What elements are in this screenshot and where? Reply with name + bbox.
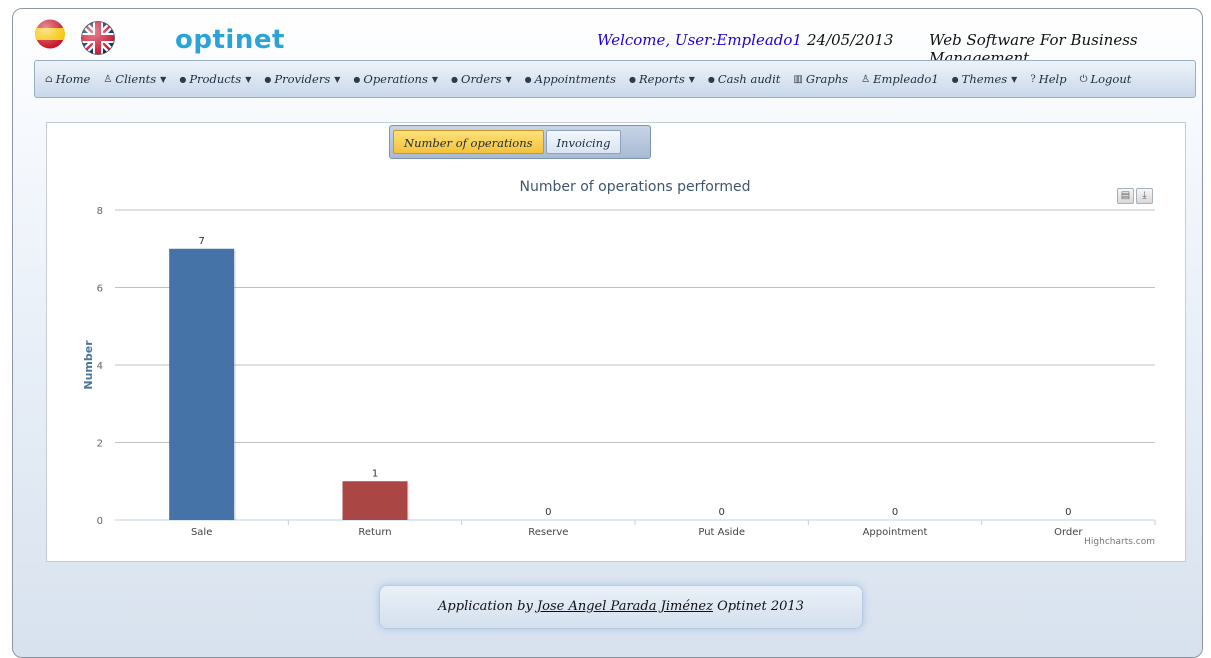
header: optinet Welcome, User:Empleado1 24/05/20…	[13, 9, 1202, 67]
nav-item-label: Operations	[363, 72, 428, 86]
nav-item-label: Graphs	[805, 72, 849, 86]
chevron-down-icon: ▼	[688, 74, 695, 84]
footer: Application by Jose Angel Parada Jiménez…	[379, 585, 863, 629]
nav-item-operations[interactable]: ● Operations ▼	[353, 72, 438, 86]
chart-tabs: Number of operations Invoicing	[389, 125, 651, 159]
nav-item-cash-audit[interactable]: ● Cash audit	[708, 72, 781, 86]
bullet-icon: ●	[179, 74, 187, 84]
chevron-down-icon: ▼	[505, 74, 512, 84]
bullet-icon: ●	[451, 74, 459, 84]
chart-panel: Number of operations Invoicing ▤ ⤓ Number…	[46, 122, 1186, 562]
nav-item-label: Clients	[115, 72, 157, 86]
uk-flag-icon[interactable]	[81, 21, 115, 55]
bar-chart: Number of operations performed 0 2 4 6 8 Numbe…	[82, 179, 1156, 547]
footer-prefix: Application by	[438, 599, 533, 614]
bar-return	[342, 481, 408, 520]
nav-item-label: Products	[189, 72, 242, 86]
footer-suffix: Optinet 2013	[717, 599, 804, 614]
y-tick-label: 8	[97, 206, 103, 217]
nav-item-label: Themes	[961, 72, 1008, 86]
bullet-icon: ●	[524, 74, 532, 84]
bullet-icon: ●	[264, 74, 272, 84]
x-tick-label: Order	[1054, 527, 1083, 538]
nav-item-themes[interactable]: ● Themes ▼	[952, 72, 1018, 86]
nav-item-label: Help	[1038, 72, 1067, 86]
nav-item-label: Appointments	[534, 72, 616, 86]
x-tick-label: Put Aside	[698, 527, 745, 538]
nav-item-help[interactable]: ? Help	[1030, 72, 1066, 86]
user-icon: ♙	[103, 73, 113, 85]
chevron-down-icon: ▼	[334, 74, 341, 84]
welcome-text: Welcome, User:Empleado1	[597, 31, 802, 49]
nav-item-label: Empleado1	[873, 72, 939, 86]
chevron-down-icon: ▼	[1011, 74, 1018, 84]
nav-item-label: Orders	[461, 72, 502, 86]
data-label: 0	[718, 507, 724, 518]
nav-item-reports[interactable]: ● Reports ▼	[629, 72, 695, 86]
nav-item-label: Cash audit	[717, 72, 781, 86]
data-label: 0	[545, 507, 551, 518]
nav-item-label: Home	[55, 72, 91, 86]
x-tick-label: Appointment	[863, 527, 928, 538]
nav-item-appointments[interactable]: ● Appointments	[525, 72, 616, 86]
home-icon: ⌂	[45, 73, 53, 85]
main-nav: ⌂ Home ♙ Clients ▼ ● Products ▼ ● Providers ▼ ● Oper…	[34, 60, 1196, 98]
bullet-icon: ●	[628, 74, 636, 84]
bullet-icon: ●	[707, 74, 715, 84]
highcharts-credits[interactable]: Highcharts.com	[1084, 537, 1155, 547]
bar-chart-icon: ▥	[793, 73, 803, 85]
author-link[interactable]: Jose Angel Parada Jiménez	[537, 599, 713, 614]
data-label: 0	[1065, 507, 1071, 518]
nav-item-label: Reports	[638, 72, 685, 86]
chevron-down-icon: ▼	[245, 74, 252, 84]
chart-title: Number of operations performed	[520, 179, 751, 195]
spain-flag-icon[interactable]	[35, 19, 65, 49]
data-label: 0	[892, 507, 898, 518]
bar-sale	[169, 248, 235, 520]
power-icon: ⏻	[1079, 73, 1088, 85]
chevron-down-icon: ▼	[431, 74, 439, 84]
data-label: 1	[372, 468, 378, 479]
nav-item-graphs[interactable]: ▥ Graphs	[793, 72, 848, 86]
nav-item-logout[interactable]: ⏻ Logout	[1080, 72, 1132, 86]
nav-item-label: Providers	[274, 72, 331, 86]
x-tick-label: Reserve	[528, 527, 568, 538]
chevron-down-icon: ▼	[160, 74, 167, 84]
nav-item-label: Logout	[1090, 72, 1132, 86]
app-window: optinet Welcome, User:Empleado1 24/05/20…	[12, 8, 1203, 658]
x-tick-label: Return	[358, 527, 391, 538]
current-date: 24/05/2013	[807, 31, 894, 49]
nav-item-orders[interactable]: ● Orders ▼	[451, 72, 512, 86]
y-tick-label: 6	[97, 284, 103, 295]
y-axis-label: Number	[82, 340, 95, 390]
nav-item-empleado1[interactable]: ♙ Empleado1	[861, 72, 939, 86]
user-icon: ♙	[861, 73, 871, 85]
bullet-icon: ●	[353, 74, 361, 84]
x-tick-label: Sale	[191, 527, 212, 538]
question-icon: ?	[1030, 73, 1036, 85]
brand-logo: optinet	[175, 25, 285, 55]
nav-item-products[interactable]: ● Products ▼	[179, 72, 251, 86]
y-tick-label: 0	[97, 516, 103, 527]
tab-invoicing[interactable]: Invoicing	[545, 130, 622, 154]
nav-item-home[interactable]: ⌂ Home	[45, 72, 90, 86]
tab-number-of-operations[interactable]: Number of operations	[393, 130, 544, 154]
nav-item-clients[interactable]: ♙ Clients ▼	[103, 72, 166, 86]
y-tick-label: 2	[97, 439, 103, 450]
y-tick-label: 4	[97, 361, 103, 372]
data-label: 7	[198, 236, 204, 247]
nav-item-providers[interactable]: ● Providers ▼	[264, 72, 340, 86]
bullet-icon: ●	[951, 74, 959, 84]
